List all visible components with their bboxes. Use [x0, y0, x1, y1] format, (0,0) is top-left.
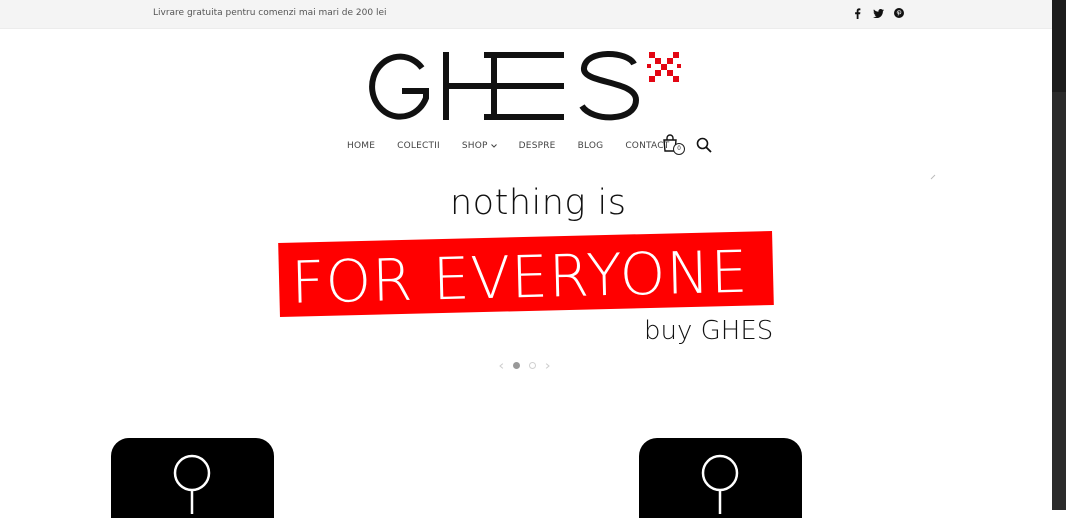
twitter-icon[interactable] — [872, 7, 884, 19]
nav-item-colectii[interactable]: COLECTII — [397, 141, 440, 151]
nav-label: HOME — [347, 141, 376, 151]
scrollbar-thumb[interactable] — [1052, 0, 1066, 92]
hero-line-1: nothing is — [450, 183, 627, 223]
hero-line-3: buy GHES — [644, 316, 774, 346]
hanger-tag-icon — [701, 454, 739, 514]
hero-line-2: FOR EVERYONE — [290, 237, 750, 317]
nav-label: SHOP — [461, 141, 488, 151]
slider-dot[interactable] — [529, 362, 536, 369]
slider-prev-icon[interactable] — [499, 362, 504, 369]
nav-item-blog[interactable]: BLOG — [578, 141, 604, 151]
cart-button[interactable]: 0 — [662, 134, 685, 156]
hanger-tag-icon — [173, 454, 211, 514]
nav-label: DESPRE — [518, 141, 556, 151]
promo-text: Livrare gratuita pentru comenzi mai mari… — [153, 8, 387, 18]
header-icons: 0 — [662, 134, 712, 156]
nav-item-shop[interactable]: SHOP — [462, 141, 497, 151]
chevron-down-icon — [490, 144, 497, 148]
nav-item-home[interactable]: HOME — [347, 141, 375, 151]
social-links — [851, 7, 905, 19]
product-card[interactable] — [639, 438, 802, 518]
product-card[interactable] — [111, 438, 274, 518]
hero-banner: FOR EVERYONE — [278, 230, 774, 318]
nav-item-despre[interactable]: DESPRE — [519, 141, 556, 151]
slider-next-icon[interactable] — [545, 362, 550, 369]
main-nav: HOME COLECTII SHOP DESPRE BLOG CONTACT — [347, 141, 669, 151]
top-bar: Livrare gratuita pentru comenzi mai mari… — [0, 0, 1052, 29]
cart-count-badge: 0 — [673, 143, 685, 155]
facebook-icon[interactable] — [851, 7, 863, 19]
scrollbar-track[interactable] — [1052, 0, 1066, 510]
slider-pagination — [499, 362, 550, 369]
nav-label: COLECTII — [397, 141, 440, 151]
slider-pin-icon — [930, 174, 936, 180]
ghes-logo[interactable] — [366, 46, 696, 132]
nav-label: BLOG — [577, 141, 604, 151]
search-icon[interactable] — [696, 137, 712, 153]
pinterest-icon[interactable] — [893, 7, 905, 19]
slider-dot[interactable] — [513, 362, 520, 369]
